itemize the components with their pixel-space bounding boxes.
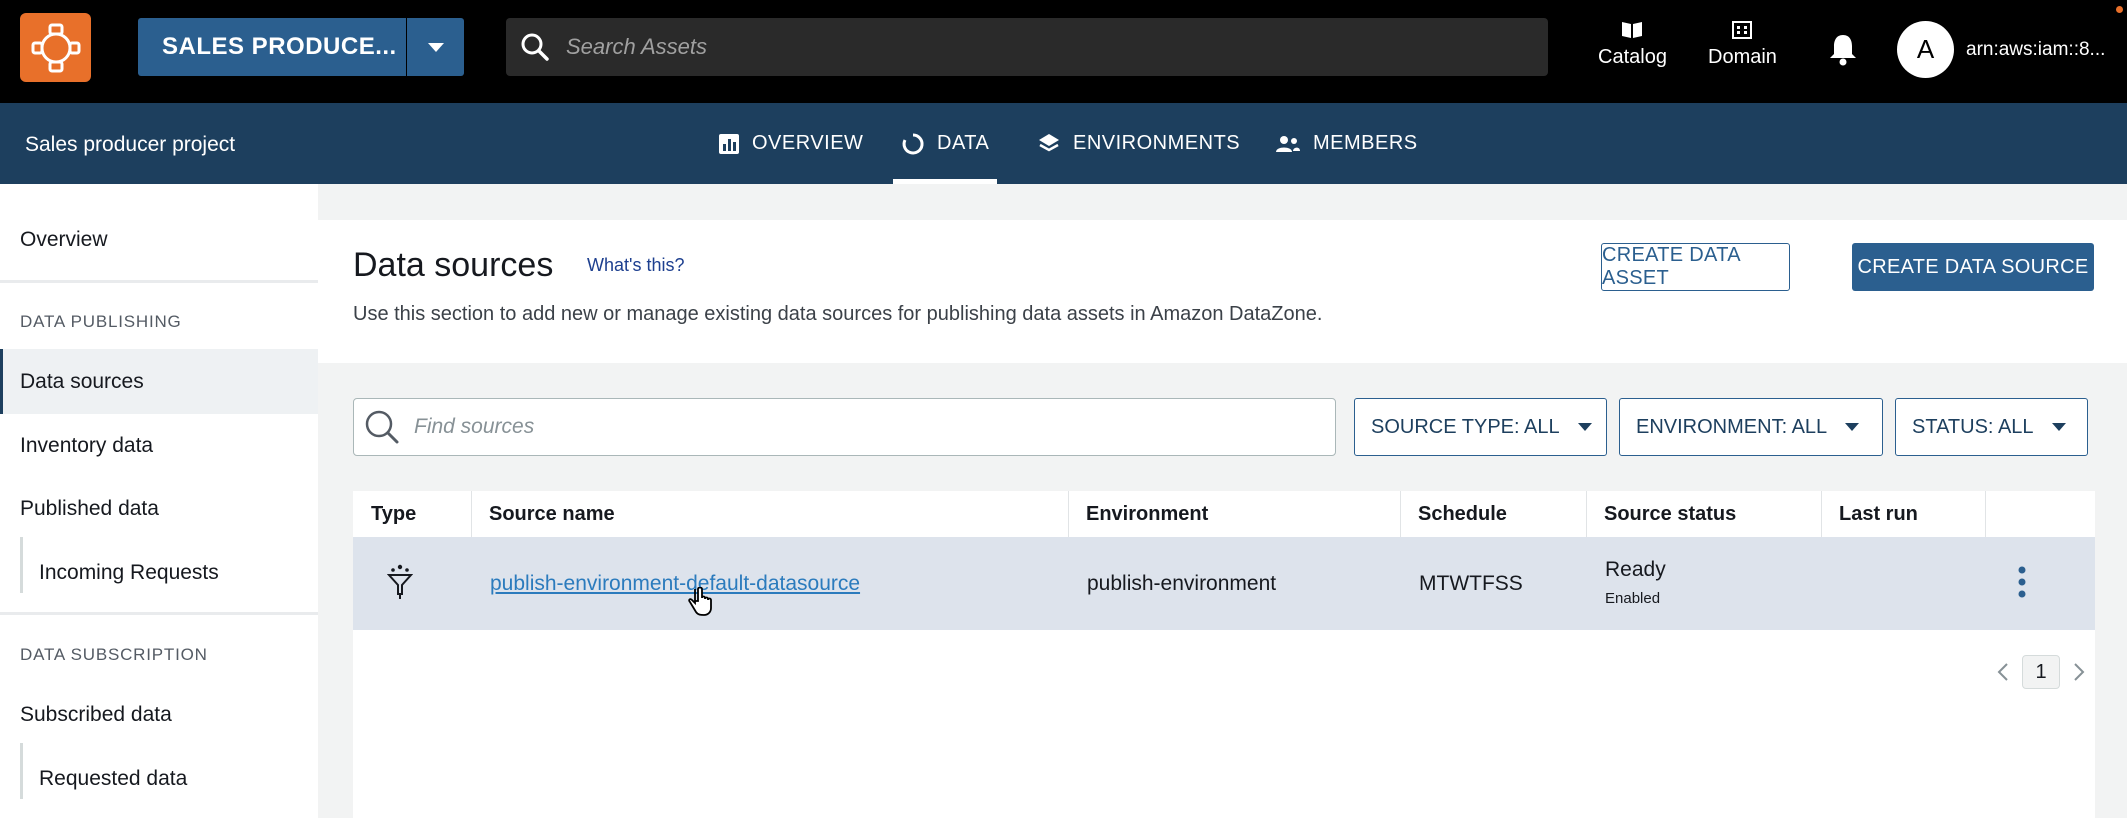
domain-nav[interactable]: Domain — [1708, 20, 1777, 69]
building-icon — [1732, 21, 1753, 39]
project-name: Sales producer project — [25, 133, 236, 156]
tab-data-label: DATA — [937, 132, 990, 154]
sidebar-item-overview[interactable]: Overview — [20, 228, 108, 252]
data-sources-header-panel — [318, 220, 2127, 363]
user-avatar[interactable]: A — [1897, 21, 1954, 78]
environment-cell: publish-environment — [1087, 572, 1277, 595]
bar-chart-icon — [719, 133, 739, 154]
filter-status-label: STATUS: ALL — [1912, 415, 2034, 438]
search-icon — [365, 410, 399, 444]
source-status-cell: Ready — [1605, 558, 1666, 581]
page-title: Data sources — [353, 246, 554, 284]
chevron-right-icon[interactable] — [2072, 662, 2086, 682]
caret-down-icon — [2051, 423, 2066, 431]
notifications-bell-icon[interactable] — [1828, 32, 1858, 71]
glue-funnel-icon — [387, 564, 413, 599]
tab-members-label: MEMBERS — [1313, 132, 1418, 154]
layers-icon — [1039, 133, 1059, 151]
data-sources-table: Type Source name Environment Schedule So… — [353, 491, 2095, 818]
column-header-last-run[interactable]: Last run — [1821, 491, 1918, 537]
filter-source-type[interactable]: SOURCE TYPE: ALL — [1354, 398, 1607, 456]
table-row[interactable]: publish-environment-default-datasource p… — [353, 537, 2095, 630]
tab-overview-label: OVERVIEW — [752, 132, 864, 154]
sidebar-item-data-sources[interactable]: Data sources — [20, 370, 144, 394]
project-bar: Sales producer project OVERVIEW DATA ENV… — [0, 103, 2127, 184]
search-icon — [521, 33, 549, 61]
caret-down-icon — [1577, 423, 1592, 431]
tab-overview[interactable]: OVERVIEW — [718, 103, 863, 184]
column-header-environment[interactable]: Environment — [1068, 491, 1208, 537]
whats-this-link[interactable]: What's this? — [587, 255, 684, 276]
column-header-schedule[interactable]: Schedule — [1400, 491, 1507, 537]
page-description: Use this section to add new or manage ex… — [353, 303, 1323, 325]
tab-members[interactable]: MEMBERS — [1275, 103, 1418, 184]
tab-environments[interactable]: ENVIRONMENTS — [1037, 103, 1240, 184]
refresh-circle-icon — [902, 132, 924, 154]
sidebar-indent-line — [20, 537, 23, 593]
create-data-asset-button[interactable]: CREATE DATA ASSET — [1601, 243, 1790, 291]
asset-search-bar[interactable] — [506, 18, 1548, 76]
schedule-cell: MTWTFSS — [1419, 572, 1523, 595]
column-header-type: Type — [371, 502, 417, 525]
pagination: 1 — [1996, 655, 2086, 689]
sidebar: Overview DATA PUBLISHING Data sources In… — [0, 184, 318, 818]
column-header-source-status[interactable]: Source status — [1586, 491, 1736, 537]
column-header-source-name[interactable]: Source name — [471, 491, 615, 537]
filter-environment-label: ENVIRONMENT: ALL — [1636, 415, 1828, 438]
hand-cursor-icon — [688, 587, 712, 616]
source-name-link[interactable]: publish-environment-default-datasource — [490, 572, 860, 596]
account-arn[interactable]: arn:aws:iam::8... — [1966, 39, 2105, 61]
asset-search-input[interactable] — [566, 34, 1466, 60]
filter-status[interactable]: STATUS: ALL — [1895, 398, 2088, 456]
sidebar-item-incoming-requests[interactable]: Incoming Requests — [39, 561, 219, 585]
create-data-source-button[interactable]: CREATE DATA SOURCE — [1852, 243, 2094, 291]
page-number[interactable]: 1 — [2022, 655, 2060, 689]
caret-down-icon — [427, 42, 444, 52]
sidebar-item-published[interactable]: Published data — [20, 497, 159, 521]
sidebar-header-subscription: DATA SUBSCRIPTION — [20, 645, 208, 664]
sidebar-indent-line — [20, 743, 23, 799]
catalog-label: Catalog — [1598, 46, 1667, 68]
filter-environment[interactable]: ENVIRONMENT: ALL — [1619, 398, 1883, 456]
book-icon — [1622, 22, 1643, 38]
column-separator — [1985, 491, 1986, 537]
find-sources-input[interactable] — [414, 415, 1294, 439]
tab-data[interactable]: DATA — [893, 103, 998, 184]
people-icon — [1276, 135, 1300, 152]
chevron-left-icon[interactable] — [1996, 662, 2010, 682]
top-bar: SALES PRODUCE... Catalog Domain A arn:aw… — [0, 0, 2127, 103]
sidebar-header-publishing: DATA PUBLISHING — [20, 312, 182, 331]
domain-label: Domain — [1708, 46, 1777, 68]
project-selector-button[interactable]: SALES PRODUCE... — [138, 18, 406, 76]
more-options-icon[interactable] — [2017, 566, 2027, 598]
caret-down-icon — [1845, 423, 1860, 431]
sidebar-divider — [0, 612, 318, 615]
datazone-logo-icon[interactable] — [20, 13, 91, 82]
filter-source-type-label: SOURCE TYPE: ALL — [1371, 415, 1560, 438]
find-sources-bar[interactable] — [353, 398, 1336, 456]
catalog-nav[interactable]: Catalog — [1598, 20, 1667, 69]
sidebar-item-inventory[interactable]: Inventory data — [20, 434, 153, 458]
status-dot — [2116, 6, 2123, 13]
source-status-sub: Enabled — [1605, 590, 1661, 607]
project-selector-dropdown[interactable] — [407, 18, 464, 76]
tab-environments-label: ENVIRONMENTS — [1073, 132, 1241, 154]
sidebar-divider — [0, 280, 318, 283]
sidebar-item-requested[interactable]: Requested data — [39, 767, 187, 791]
sidebar-item-subscribed[interactable]: Subscribed data — [20, 703, 172, 727]
